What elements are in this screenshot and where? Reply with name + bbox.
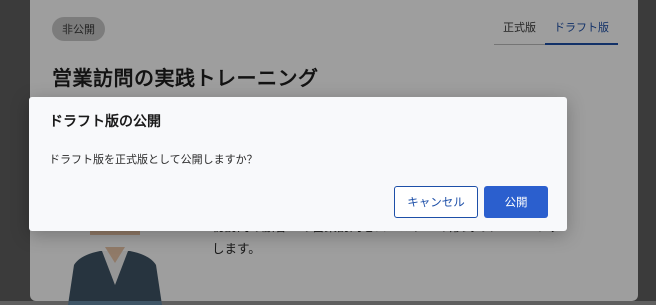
- dialog-title: ドラフト版の公開: [49, 114, 161, 130]
- publish-draft-dialog: ドラフト版の公開 ドラフト版を正式版として公開しますか？ キャンセル 公開: [29, 97, 567, 231]
- dialog-message: ドラフト版を正式版として公開しますか？: [49, 153, 258, 166]
- publish-button[interactable]: 公開: [484, 186, 548, 218]
- cancel-button[interactable]: キャンセル: [394, 186, 478, 218]
